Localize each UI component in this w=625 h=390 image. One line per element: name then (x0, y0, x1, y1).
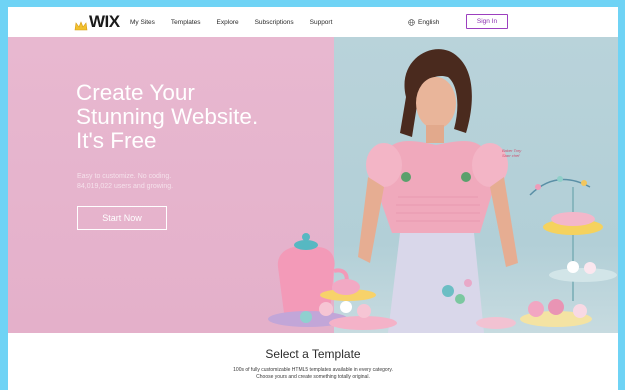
nav-item-support[interactable]: Support (310, 19, 333, 26)
language-selector[interactable]: English (408, 7, 439, 37)
crown-icon (74, 21, 88, 31)
top-navigation: WIX My Sites Templates Explore Subscript… (8, 7, 618, 38)
woman-face (416, 77, 456, 129)
language-label: English (418, 18, 440, 26)
nav-item-subscriptions[interactable]: Subscriptions (255, 19, 294, 26)
nav-item-explore[interactable]: Explore (217, 19, 239, 26)
hero-subtext: Easy to customize. No coding. 84,019,022… (77, 173, 174, 190)
hero-section: Create Your Stunning Website. It's Free … (8, 37, 618, 333)
hero-headline: Create Your Stunning Website. It's Free (76, 80, 259, 153)
logo-text: WIX (89, 12, 120, 31)
browser-frame: WIX My Sites Templates Explore Subscript… (8, 7, 618, 390)
photo-caption: Baker Tory Starr chef (502, 148, 522, 158)
nav-links: My Sites Templates Explore Subscriptions… (130, 7, 332, 37)
start-now-button[interactable]: Start Now (77, 206, 167, 230)
nav-item-my-sites[interactable]: My Sites (130, 19, 155, 26)
wix-logo[interactable]: WIX (74, 13, 120, 31)
globe-icon (408, 18, 415, 26)
template-section-description: 100s of fully customizable HTML5 templat… (233, 367, 393, 380)
template-section-title: Select a Template (265, 347, 361, 361)
woman-neck (426, 125, 444, 143)
sign-in-button[interactable]: Sign In (466, 14, 508, 29)
nav-item-templates[interactable]: Templates (171, 19, 201, 26)
